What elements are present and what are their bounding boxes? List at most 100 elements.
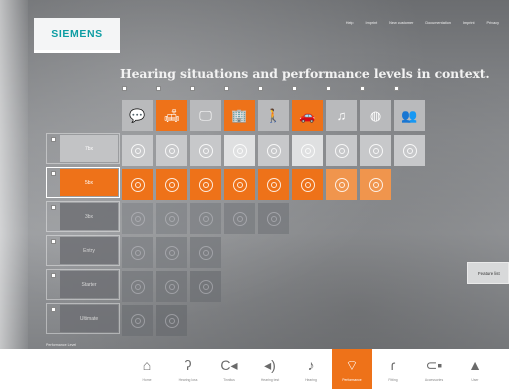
tv-icon[interactable]: 🖵 xyxy=(190,100,221,131)
level-checkbox[interactable] xyxy=(51,239,56,244)
level-checkbox[interactable] xyxy=(51,307,56,312)
building-icon[interactable]: 🏢 xyxy=(224,100,255,131)
logo-divider xyxy=(34,52,120,53)
level-situation-cell[interactable] xyxy=(156,169,187,200)
level-indicator-icon xyxy=(266,177,281,192)
level-situation-cell[interactable] xyxy=(190,203,221,234)
level-indicator-core xyxy=(134,317,141,324)
level-situation-cell[interactable] xyxy=(156,271,187,302)
bottom-nav-item[interactable]: ⌂ Home xyxy=(127,349,167,389)
level-checkbox[interactable] xyxy=(51,205,56,210)
level-indicator-icon xyxy=(368,177,383,192)
topnav-privacy[interactable]: Privacy xyxy=(487,21,499,25)
bottom-nav-item[interactable]: ⊂▪ Accessories xyxy=(414,349,454,389)
level-indicator-icon xyxy=(164,279,179,294)
page-headline: Hearing situations and performance level… xyxy=(120,66,490,81)
level-situation-cell[interactable] xyxy=(156,305,187,336)
situation-checkbox[interactable] xyxy=(258,86,263,91)
level-situation-cell[interactable] xyxy=(190,169,221,200)
level-situation-cell[interactable] xyxy=(122,305,153,336)
topnav-help[interactable]: Help xyxy=(346,21,354,25)
performance-level-row[interactable]: Starter xyxy=(46,269,120,300)
topnav-new-customer[interactable]: New customer xyxy=(389,21,413,25)
level-situation-cell[interactable] xyxy=(326,169,357,200)
level-situation-cell[interactable] xyxy=(326,135,357,166)
sofa-icon[interactable]: 🛋 xyxy=(156,100,187,131)
bottom-nav-item[interactable]: ɾ Fitting xyxy=(373,349,413,389)
level-situation-cell[interactable] xyxy=(122,169,153,200)
performance-level-row[interactable]: 5bx xyxy=(46,167,120,198)
level-indicator-icon xyxy=(198,143,213,158)
level-indicator-icon xyxy=(130,245,145,260)
topnav-imprint[interactable]: Imprint xyxy=(366,21,378,25)
level-situation-cell[interactable] xyxy=(156,237,187,268)
level-situation-cell[interactable] xyxy=(360,135,391,166)
situation-checkbox[interactable] xyxy=(292,86,297,91)
level-indicator-icon xyxy=(334,143,349,158)
bottom-nav-item[interactable]: ◂) Hearing test xyxy=(250,349,290,389)
level-situation-cell[interactable] xyxy=(258,203,289,234)
level-checkbox[interactable] xyxy=(51,137,56,142)
situation-checkbox[interactable] xyxy=(122,86,127,91)
group-icon[interactable]: 👥 xyxy=(394,100,425,131)
level-indicator-core xyxy=(236,181,243,188)
ear-icon: ʔ xyxy=(184,356,192,373)
performance-level-row[interactable]: Entry xyxy=(46,235,120,266)
level-checkbox[interactable] xyxy=(51,273,56,278)
level-indicator-icon xyxy=(164,313,179,328)
level-situation-cell[interactable] xyxy=(122,237,153,268)
bottom-nav-item[interactable]: ♪ Hearing xyxy=(291,349,331,389)
level-indicator-icon xyxy=(402,143,417,158)
topnav-documentation[interactable]: Documentation xyxy=(425,21,451,25)
level-indicator-icon xyxy=(198,211,213,226)
speech-bubble-icon[interactable]: 💬 xyxy=(122,100,153,131)
ball-icon[interactable]: ◍ xyxy=(360,100,391,131)
level-indicator-icon xyxy=(130,177,145,192)
level-situation-cell[interactable] xyxy=(258,169,289,200)
bottom-nav-item[interactable]: ʔ Hearing loss xyxy=(168,349,208,389)
outdoor-person-icon[interactable]: 🚶 xyxy=(258,100,289,131)
level-situation-cell[interactable] xyxy=(122,135,153,166)
level-situation-cell[interactable] xyxy=(394,135,425,166)
performance-level-row[interactable]: Ultimate xyxy=(46,303,120,334)
level-situation-cell[interactable] xyxy=(156,203,187,234)
level-situation-cell[interactable] xyxy=(224,169,255,200)
bottom-nav-item[interactable]: ▲ User xyxy=(455,349,495,389)
level-situation-cell[interactable] xyxy=(224,203,255,234)
level-situation-cell[interactable] xyxy=(224,135,255,166)
level-situation-cell[interactable] xyxy=(190,135,221,166)
situation-checkbox[interactable] xyxy=(394,86,399,91)
situation-checkbox[interactable] xyxy=(326,86,331,91)
level-label: Entry xyxy=(60,237,118,264)
bottom-nav-item[interactable]: C◂ Tinnitus xyxy=(209,349,249,389)
level-situation-cell[interactable] xyxy=(292,169,323,200)
situation-column: 🛋 xyxy=(156,86,187,132)
level-situation-cell[interactable] xyxy=(190,237,221,268)
car-icon[interactable]: 🚗 xyxy=(292,100,323,131)
level-situation-cell[interactable] xyxy=(122,203,153,234)
level-indicator-icon xyxy=(164,177,179,192)
level-situation-cell[interactable] xyxy=(258,135,289,166)
situation-checkbox[interactable] xyxy=(190,86,195,91)
situation-checkbox[interactable] xyxy=(224,86,229,91)
situation-checkbox[interactable] xyxy=(156,86,161,91)
level-indicator-core xyxy=(202,283,209,290)
music-icon[interactable]: ♫ xyxy=(326,100,357,131)
level-situation-cell[interactable] xyxy=(156,135,187,166)
topnav-imprint-2[interactable]: Imprint xyxy=(463,21,475,25)
bottom-nav-item[interactable]: ⌔ Performance xyxy=(332,349,372,389)
level-situation-cell[interactable] xyxy=(292,135,323,166)
performance-level-row[interactable]: 7bx xyxy=(46,133,120,164)
bottom-nav-label: Tinnitus xyxy=(223,377,235,382)
level-situation-cell[interactable] xyxy=(190,271,221,302)
siemens-logo[interactable]: SIEMENS xyxy=(34,18,120,52)
level-indicator-core xyxy=(202,181,209,188)
performance-level-row[interactable]: 3bx xyxy=(46,201,120,232)
level-checkbox[interactable] xyxy=(51,171,56,176)
level-situation-cell[interactable] xyxy=(122,271,153,302)
level-situation-cell[interactable] xyxy=(360,169,391,200)
fitting-icon: ɾ xyxy=(390,356,396,373)
situation-checkbox[interactable] xyxy=(360,86,365,91)
feature-tooltip[interactable]: Feature list xyxy=(467,262,509,284)
bottom-nav-label: User xyxy=(471,377,479,382)
